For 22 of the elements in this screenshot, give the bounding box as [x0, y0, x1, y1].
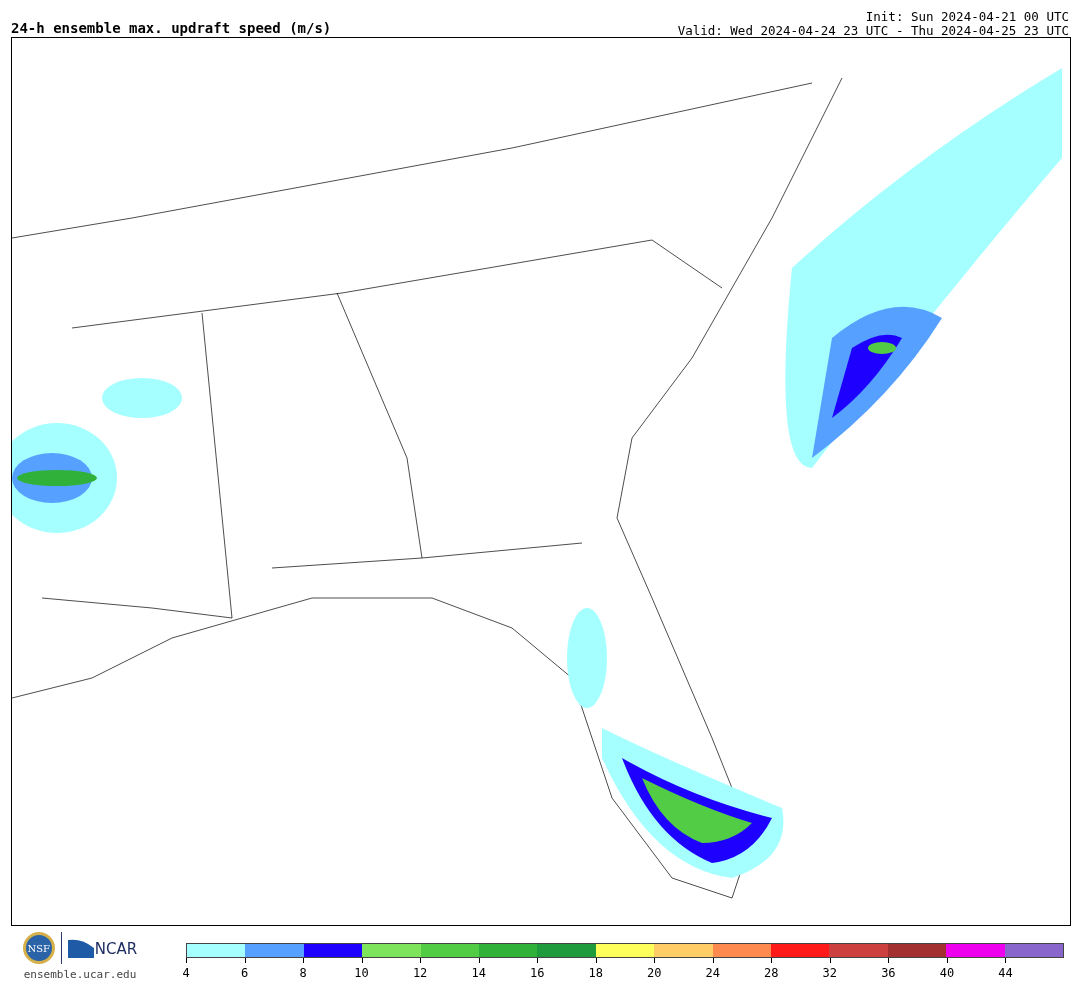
scale-tick-label: 36: [880, 966, 897, 980]
scale-tick-label: 24: [704, 966, 721, 980]
scale-tick-label: 14: [470, 966, 487, 980]
nsf-logo: NSF: [22, 932, 55, 964]
scale-tick-label: 44: [997, 966, 1014, 980]
scale-tick-label: 20: [646, 966, 663, 980]
site-url: ensemble.ucar.edu: [23, 968, 137, 981]
scale-tick-label: 28: [763, 966, 780, 980]
scale-tick-label: 10: [353, 966, 370, 980]
chart-title: 24-h ensemble max. updraft speed (m/s): [11, 20, 332, 36]
scale-tick-label: 4: [181, 966, 191, 980]
valid-time: Valid: Wed 2024-04-24 23 UTC - Thu 2024-04-25 23 UTC: [677, 24, 1069, 38]
scale-tick-label: 16: [528, 966, 546, 980]
scale-tick-label: 18: [587, 966, 604, 980]
scale-tick-label: 12: [411, 966, 429, 980]
scale-tick-label: 40: [938, 966, 956, 980]
swoosh-icon: [67, 938, 94, 958]
scale-tick-label: 32: [821, 966, 839, 980]
ncar-logo-text: NCAR: [94, 940, 138, 958]
init-time: Init: Sun 2024-04-21 00 UTC: [865, 10, 1069, 24]
scale-tick-label: 8: [298, 966, 308, 980]
scale-tick-label: 6: [239, 966, 250, 980]
